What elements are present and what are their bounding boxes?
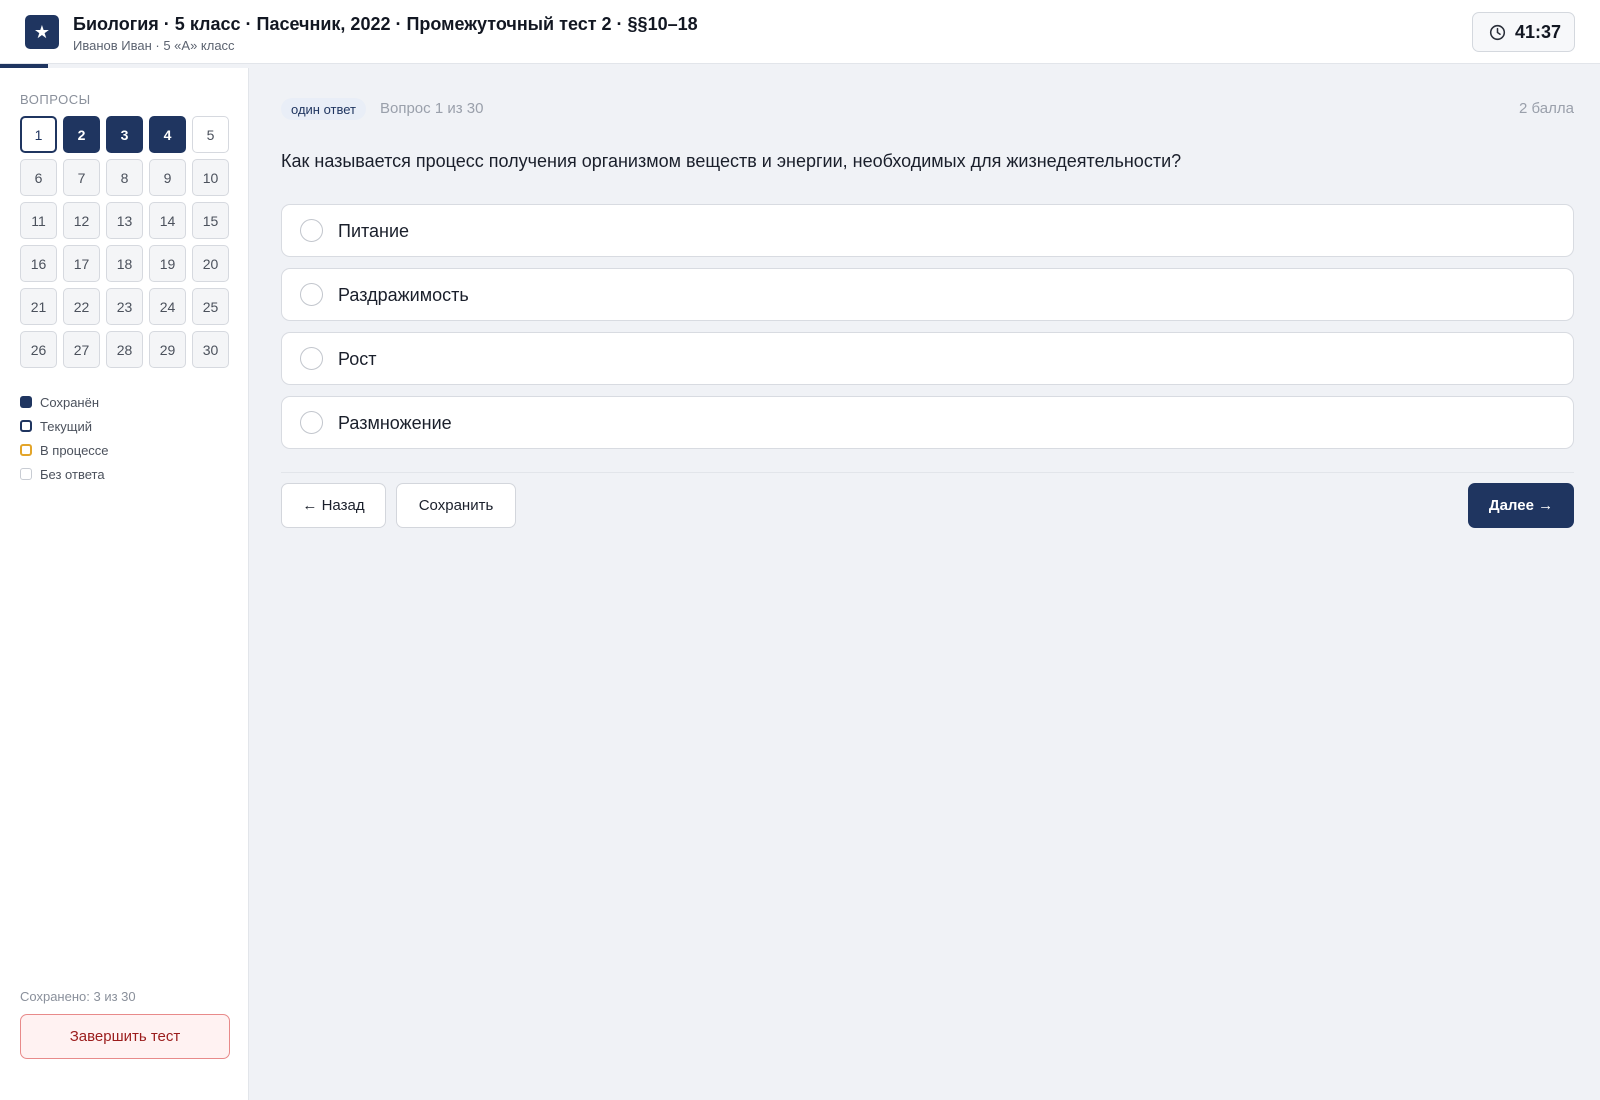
save-button[interactable]: Сохранить xyxy=(396,483,516,528)
finish-test-button[interactable]: Завершить тест xyxy=(20,1014,230,1059)
answer-option[interactable]: Рост xyxy=(281,332,1574,385)
student-info: Иванов Иван · 5 «А» класс xyxy=(73,38,235,53)
question-nav-18[interactable]: 18 xyxy=(106,245,143,282)
legend-item-current: Текущий xyxy=(20,414,109,438)
question-nav-29[interactable]: 29 xyxy=(149,331,186,368)
question-nav-13[interactable]: 13 xyxy=(106,202,143,239)
question-nav-22[interactable]: 22 xyxy=(63,288,100,325)
current-swatch xyxy=(20,420,32,432)
option-label: Размножение xyxy=(338,413,452,433)
question-nav-1[interactable]: 1 xyxy=(20,116,57,153)
answer-option[interactable]: Питание xyxy=(281,204,1574,257)
legend-label: В процессе xyxy=(40,442,109,458)
question-nav-8[interactable]: 8 xyxy=(106,159,143,196)
radio-button[interactable] xyxy=(300,219,323,242)
question-nav-3[interactable]: 3 xyxy=(106,116,143,153)
question-nav-16[interactable]: 16 xyxy=(20,245,57,282)
question-nav-11[interactable]: 11 xyxy=(20,202,57,239)
question-nav-15[interactable]: 15 xyxy=(192,202,229,239)
question-nav-21[interactable]: 21 xyxy=(20,288,57,325)
questions-heading: ВОПРОСЫ xyxy=(20,92,91,107)
question-nav-19[interactable]: 19 xyxy=(149,245,186,282)
question-nav-25[interactable]: 25 xyxy=(192,288,229,325)
sidebar: ВОПРОСЫ 1 2 3 4 5 6 7 8 9 10 11 12 13 14 15 16 17 18 19 20 2… xyxy=(0,68,249,1100)
question-nav-26[interactable]: 26 xyxy=(20,331,57,368)
legend-label: Сохранён xyxy=(40,394,100,410)
in-progress-swatch xyxy=(20,444,32,456)
unanswered-swatch xyxy=(20,468,32,480)
answer-option[interactable]: Размножение xyxy=(281,396,1574,449)
question-nav-17[interactable]: 17 xyxy=(63,245,100,282)
question-nav-20[interactable]: 20 xyxy=(192,245,229,282)
option-label: Раздражимость xyxy=(338,285,469,305)
question-nav-14[interactable]: 14 xyxy=(149,202,186,239)
divider xyxy=(281,472,1574,473)
question-nav-28[interactable]: 28 xyxy=(106,331,143,368)
back-button[interactable]: ← Назад xyxy=(281,483,386,528)
legend-label: Текущий xyxy=(40,418,92,434)
question-nav-5[interactable]: 5 xyxy=(192,116,229,153)
question-text: Как называется процесс получения организ… xyxy=(281,151,1182,171)
radio-button[interactable] xyxy=(300,347,323,370)
question-nav-2[interactable]: 2 xyxy=(63,116,100,153)
question-nav-9[interactable]: 9 xyxy=(149,159,186,196)
saved-count: Сохранено: 3 из 30 xyxy=(20,989,136,1004)
legend-label: Без ответа xyxy=(40,466,105,482)
question-nav-4[interactable]: 4 xyxy=(149,116,186,153)
radio-button[interactable] xyxy=(300,283,323,306)
option-label: Рост xyxy=(338,349,377,369)
legend: Сохранён Текущий В процессе Без ответа xyxy=(20,390,109,486)
question-nav-23[interactable]: 23 xyxy=(106,288,143,325)
question-meta: один ответ Вопрос 1 из 30 2 балла xyxy=(281,98,1574,122)
legend-item-in-progress: В процессе xyxy=(20,438,109,462)
next-button[interactable]: Далее → xyxy=(1468,483,1574,528)
question-nav-24[interactable]: 24 xyxy=(149,288,186,325)
answer-option[interactable]: Раздражимость xyxy=(281,268,1574,321)
legend-item-unanswered: Без ответа xyxy=(20,462,109,486)
test-title: Биология · 5 класс · Пасечник, 2022 · Пр… xyxy=(73,14,698,34)
option-label: Питание xyxy=(338,221,410,241)
question-nav-7[interactable]: 7 xyxy=(63,159,100,196)
saved-swatch xyxy=(20,396,32,408)
radio-button[interactable] xyxy=(300,411,323,434)
question-number: Вопрос 1 из 30 xyxy=(380,100,484,117)
timer: 41:37 xyxy=(1472,12,1575,52)
question-nav-30[interactable]: 30 xyxy=(192,331,229,368)
timer-value: 41:37 xyxy=(1515,21,1562,42)
app-header: ★ Биология · 5 класс · Пасечник, 2022 · … xyxy=(0,0,1600,64)
clock-icon xyxy=(1489,24,1506,40)
answer-options: Питание Раздражимость Рост Размножение xyxy=(281,204,1574,460)
question-grid: 1 2 3 4 5 6 7 8 9 10 11 12 13 14 15 16 17 18 19 20 21 22 23 24 2… xyxy=(20,116,230,368)
legend-item-saved: Сохранён xyxy=(20,390,109,414)
question-nav-12[interactable]: 12 xyxy=(63,202,100,239)
star-icon: ★ xyxy=(25,15,59,49)
question-nav-10[interactable]: 10 xyxy=(192,159,229,196)
question-nav-6[interactable]: 6 xyxy=(20,159,57,196)
question-nav-27[interactable]: 27 xyxy=(63,331,100,368)
answer-type-badge: один ответ xyxy=(281,98,366,120)
question-points: 2 балла xyxy=(1519,100,1574,117)
